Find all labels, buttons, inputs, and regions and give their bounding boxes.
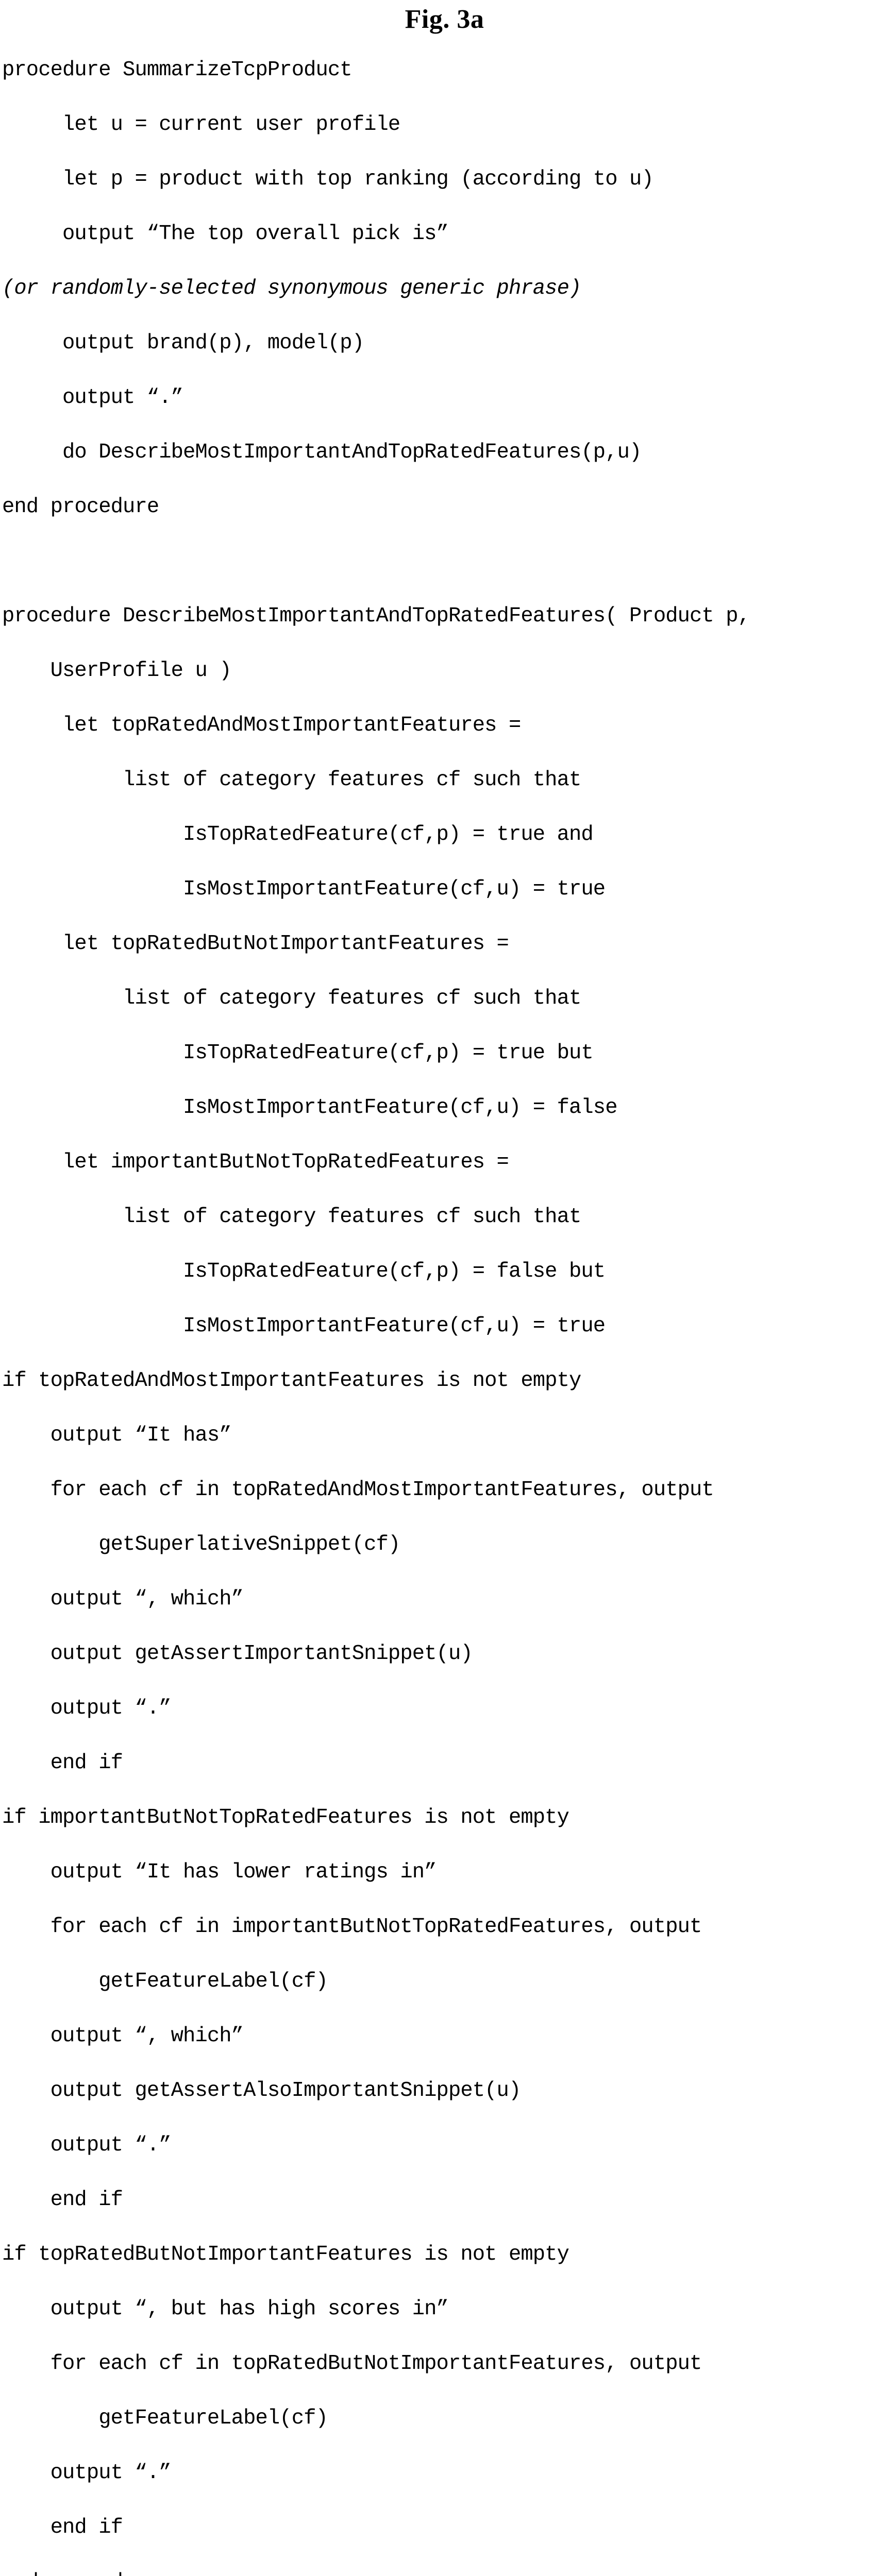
code-line: procedure DescribeMostImportantAndTopRat… <box>2 604 750 628</box>
code-line: getFeatureLabel(cf) <box>2 1970 328 1993</box>
code-line: for each cf in importantButNotTopRatedFe… <box>2 1915 702 1939</box>
figure-title: Fig. 3a <box>405 5 484 34</box>
code-line: let importantButNotTopRatedFeatures = <box>2 1150 509 1174</box>
code-line: output brand(p), model(p) <box>2 331 364 355</box>
code-line: let u = current user profile <box>2 113 400 137</box>
code-line: output “.” <box>2 2133 172 2157</box>
code-line: output “It has” <box>2 1423 232 1447</box>
code-line: for each cf in topRatedButNotImportantFe… <box>2 2352 702 2376</box>
code-line: end if <box>2 1751 123 1775</box>
code-line: getFeatureLabel(cf) <box>2 2406 328 2430</box>
patent-figure-page: Fig. 3a procedure SummarizeTcpProduct le… <box>0 0 889 2576</box>
code-line: let p = product with top ranking (accord… <box>2 167 654 191</box>
code-line: let topRatedButNotImportantFeatures = <box>2 932 509 956</box>
code-line: list of category features cf such that <box>2 768 581 792</box>
code-line: end if <box>2 2188 123 2212</box>
code-line: end if <box>2 2516 123 2539</box>
code-line: IsMostImportantFeature(cf,u) = true <box>2 877 606 901</box>
code-line: end procedure <box>2 495 159 519</box>
code-line: do DescribeMostImportantAndTopRatedFeatu… <box>2 440 642 464</box>
code-line: if importantButNotTopRatedFeatures is no… <box>2 1806 569 1829</box>
code-line: getSuperlativeSnippet(cf) <box>2 1533 400 1556</box>
code-line: output “.” <box>2 2461 172 2485</box>
code-line: output getAssertAlsoImportantSnippet(u) <box>2 2079 522 2103</box>
code-line: output “, which” <box>2 2024 244 2048</box>
code-line: IsTopRatedFeature(cf,p) = true and <box>2 823 594 846</box>
code-line: end procedure <box>2 2569 889 2576</box>
code-line: output “.” <box>2 1697 172 1720</box>
pseudocode-listing: procedure SummarizeTcpProduct let u = cu… <box>0 57 889 2576</box>
code-line: IsMostImportantFeature(cf,u) = false <box>2 1096 617 1120</box>
code-line: UserProfile u ) <box>2 659 232 683</box>
code-line: IsTopRatedFeature(cf,p) = false but <box>2 1260 606 1283</box>
code-line: output “It has lower ratings in” <box>2 1860 437 1884</box>
code-line: output “, which” <box>2 1587 244 1611</box>
code-line: output “, but has high scores in” <box>2 2297 449 2321</box>
code-line: output “The top overall pick is” <box>2 222 449 246</box>
code-line: IsTopRatedFeature(cf,p) = true but <box>2 1041 594 1065</box>
code-line: list of category features cf such that <box>2 987 581 1010</box>
code-line: (or randomly-selected synonymous generic… <box>2 277 581 300</box>
code-line: procedure SummarizeTcpProduct <box>2 58 353 82</box>
code-line: output getAssertImportantSnippet(u) <box>2 1642 473 1666</box>
code-line: output “.” <box>2 386 183 410</box>
code-line: if topRatedAndMostImportantFeatures is n… <box>2 1369 581 1393</box>
code-line: for each cf in topRatedAndMostImportantF… <box>2 1478 714 1502</box>
code-line: list of category features cf such that <box>2 1205 581 1229</box>
code-line: if topRatedButNotImportantFeatures is no… <box>2 2243 569 2266</box>
code-line: let topRatedAndMostImportantFeatures = <box>2 714 521 737</box>
